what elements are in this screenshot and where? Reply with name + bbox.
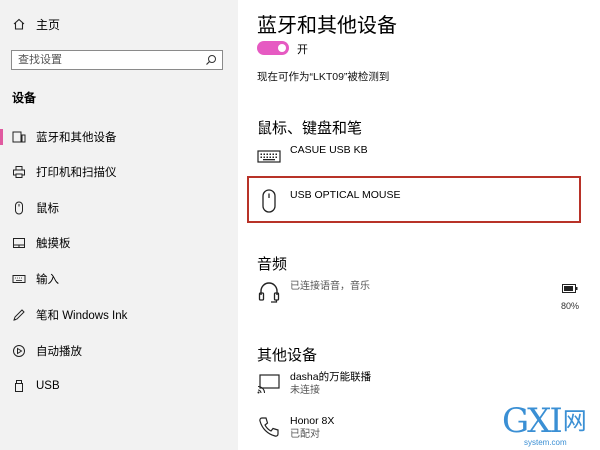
section-title: 设备 <box>12 91 37 105</box>
battery-indicator: 80% <box>561 280 579 311</box>
device-name: USB OPTICAL MOUSE <box>290 189 401 201</box>
device-name: CASUE USB KB <box>290 144 368 156</box>
section-other-title: 其他设备 <box>257 347 318 364</box>
home-icon <box>12 17 26 31</box>
sidebar-item-label: 笔和 Windows Ink <box>36 310 128 322</box>
battery-icon <box>562 280 578 298</box>
discoverable-text: 现在可作为“LKT09”被检测到 <box>257 71 390 83</box>
sidebar-item-bluetooth[interactable]: 蓝牙和其他设备 <box>0 126 238 148</box>
sidebar-item-autoplay[interactable]: 自动播放 <box>0 340 238 362</box>
watermark-brand-cn: 网 <box>562 407 587 435</box>
section-audio-title: 音频 <box>257 256 288 273</box>
home-label: 主页 <box>36 17 61 32</box>
device-status: 未连接 <box>290 385 320 396</box>
search-icon[interactable] <box>205 54 217 66</box>
main-panel: 蓝牙和其他设备 开 现在可作为“LKT09”被检测到 鼠标、键盘和笔 CASUE… <box>238 0 600 450</box>
sidebar-item-pen[interactable]: 笔和 Windows Ink <box>0 304 238 326</box>
sidebar-item-label: 输入 <box>36 274 59 286</box>
toggle-knob <box>278 44 286 52</box>
sidebar-item-mouse[interactable]: 鼠标 <box>0 197 238 219</box>
keyboard-icon <box>256 143 282 169</box>
device-name: dasha的万能联播 <box>290 371 372 383</box>
autoplay-icon <box>12 344 26 358</box>
watermark-url: system.com <box>524 438 567 447</box>
device-keyboard[interactable]: CASUE USB KB <box>256 143 368 169</box>
headset-icon <box>256 280 282 306</box>
sidebar-item-label: 蓝牙和其他设备 <box>36 132 117 144</box>
device-cast-display[interactable]: dasha的万能联播 未连接 <box>256 370 371 398</box>
selection-indicator <box>0 129 3 145</box>
sidebar-item-touchpad[interactable]: 触摸板 <box>0 232 238 254</box>
device-status: 已连接语音，音乐 <box>290 281 370 292</box>
watermark-logo: GXI 网 system.com <box>500 402 600 450</box>
mouse-icon <box>256 188 282 214</box>
sidebar-item-label: 自动播放 <box>36 346 82 358</box>
home-link[interactable]: 主页 <box>12 14 60 34</box>
pen-icon <box>12 308 26 322</box>
section-input-title: 鼠标、键盘和笔 <box>257 120 363 137</box>
sidebar-item-printers[interactable]: 打印机和扫描仪 <box>0 161 238 183</box>
battery-percent: 80% <box>561 301 580 311</box>
device-status: 已配对 <box>290 429 320 440</box>
sidebar-item-usb[interactable]: USB <box>0 375 238 397</box>
sidebar-item-typing[interactable]: 输入 <box>0 268 238 290</box>
device-name: Honor 8X <box>290 415 335 427</box>
printer-icon <box>12 165 26 179</box>
page-title: 蓝牙和其他设备 <box>257 15 397 37</box>
sidebar-item-label: USB <box>36 380 60 392</box>
phone-icon <box>256 414 282 440</box>
mouse-icon <box>12 201 26 215</box>
sidebar-item-label: 触摸板 <box>36 238 71 250</box>
device-phone[interactable]: Honor 8X 已配对 <box>256 414 334 442</box>
device-headset[interactable]: 已连接语音，音乐 <box>256 280 370 306</box>
sidebar: 主页 设备 蓝牙和其他设备 打印机和扫描仪 鼠标 <box>0 0 238 450</box>
sidebar-item-label: 打印机和扫描仪 <box>36 167 117 179</box>
touchpad-icon <box>12 236 26 250</box>
settings-window: 主页 设备 蓝牙和其他设备 打印机和扫描仪 鼠标 <box>0 0 600 450</box>
bluetooth-toggle[interactable] <box>257 41 289 55</box>
keyboard-icon <box>12 272 26 286</box>
watermark-brand-text: GXI <box>502 401 563 441</box>
watermark-brand: GXI 网 <box>502 401 587 441</box>
cast-display-icon <box>256 370 282 396</box>
bluetooth-toggle-label: 开 <box>297 44 308 56</box>
device-mouse[interactable]: USB OPTICAL MOUSE <box>256 188 400 214</box>
sidebar-item-label: 鼠标 <box>36 203 59 215</box>
search-input[interactable] <box>12 54 205 66</box>
search-box[interactable] <box>11 50 223 70</box>
usb-icon <box>12 379 26 393</box>
bluetooth-devices-icon <box>12 130 26 144</box>
